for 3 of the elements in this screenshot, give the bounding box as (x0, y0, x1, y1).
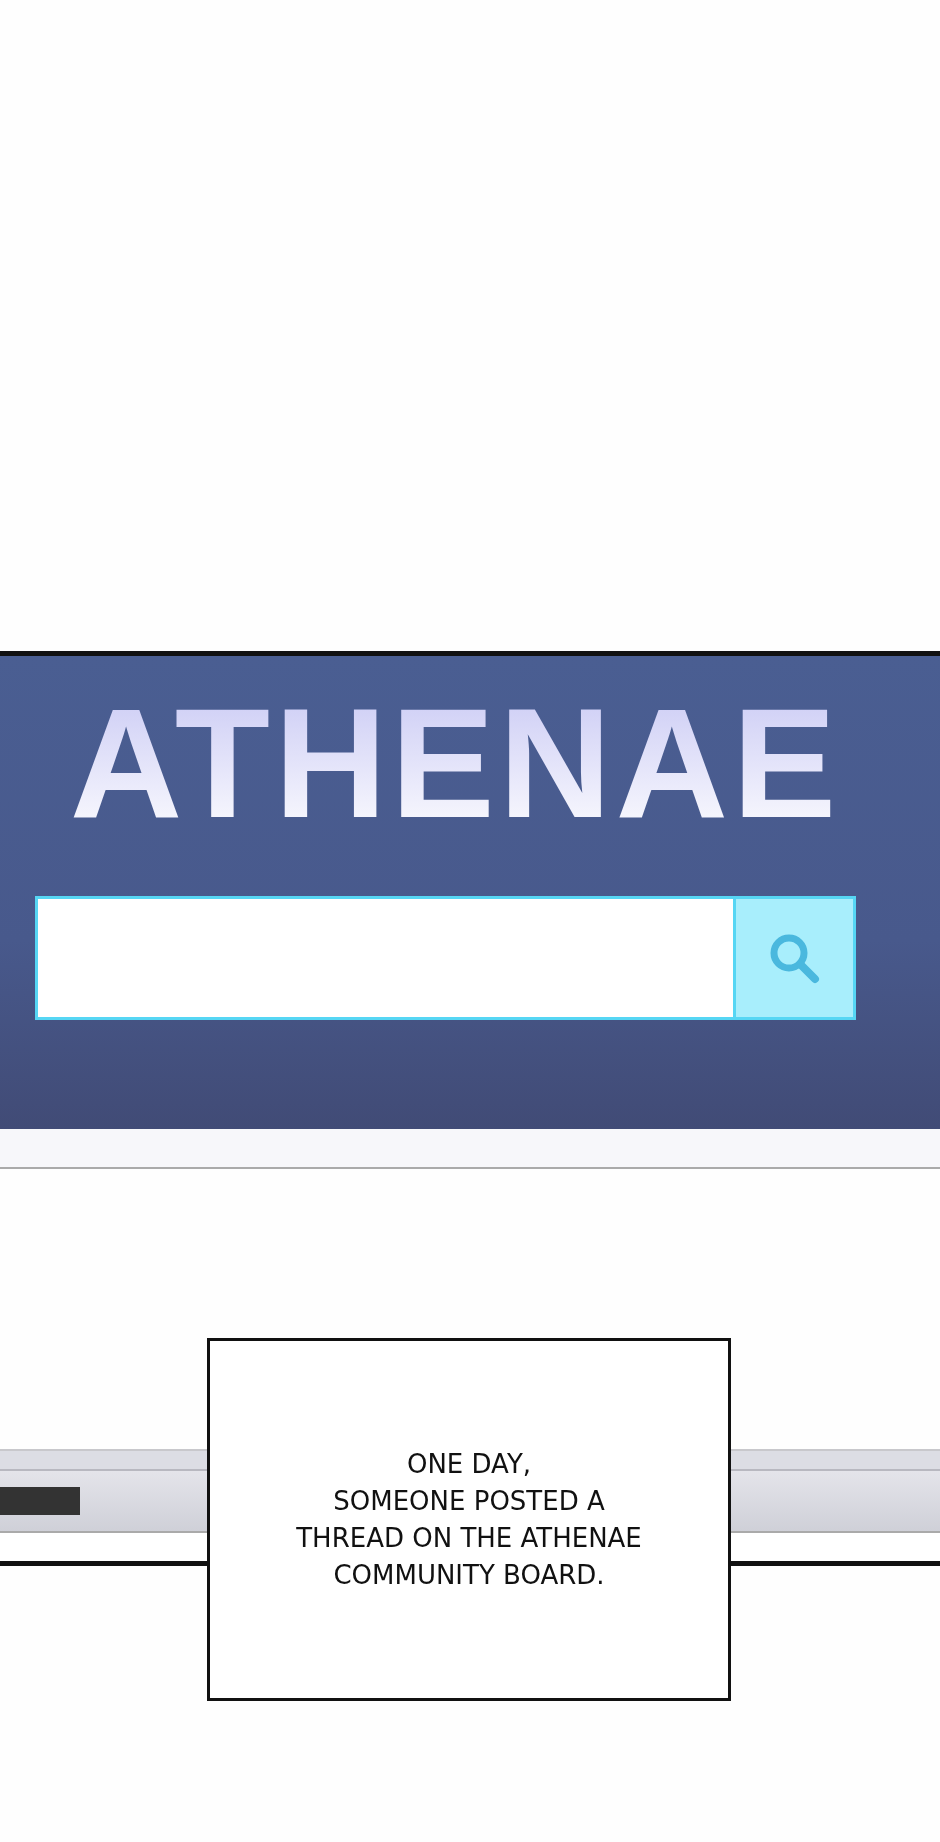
search-field[interactable] (34, 896, 733, 1020)
search-button[interactable] (732, 896, 856, 1020)
caption-text: ONE DAY, SOMEONE POSTED A THREAD ON THE ATHENAE COMMUNITY BOARD. (296, 1447, 642, 1592)
